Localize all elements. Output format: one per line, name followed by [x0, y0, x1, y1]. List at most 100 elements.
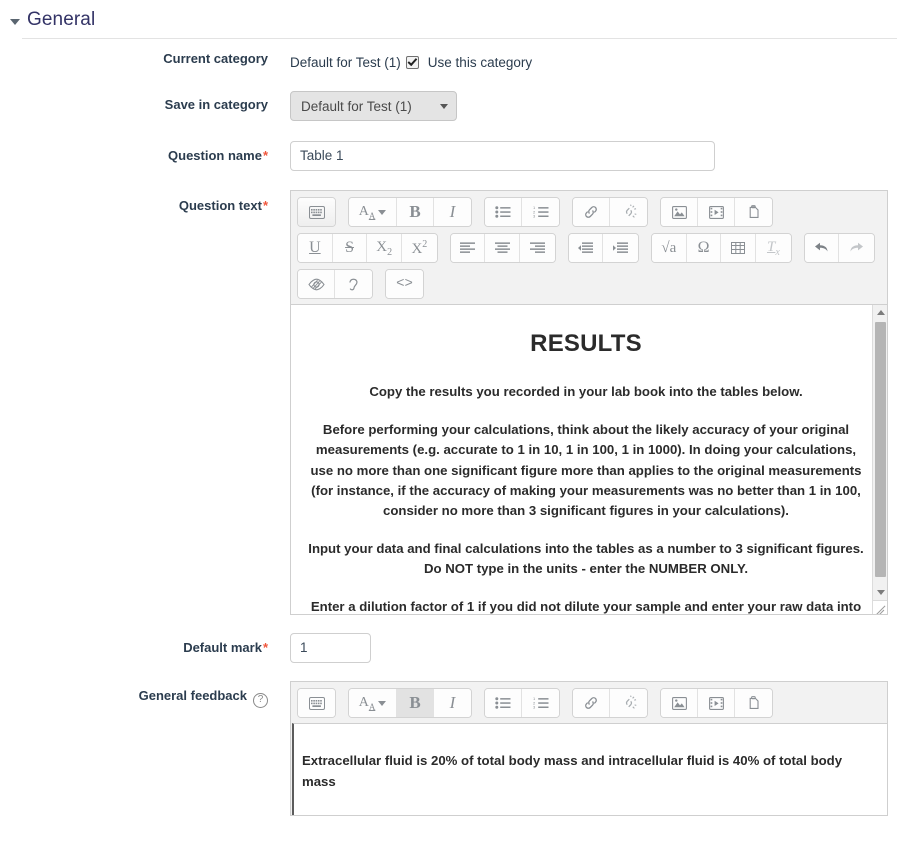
- unlink-icon[interactable]: [610, 689, 647, 717]
- ordered-list-icon[interactable]: 123: [522, 689, 559, 717]
- clear-formatting-icon[interactable]: Tx: [756, 234, 791, 262]
- toolbar-group-media: [660, 197, 773, 227]
- scrollbar-thumb[interactable]: [875, 322, 886, 577]
- manage-files-icon[interactable]: [735, 689, 772, 717]
- special-character-icon[interactable]: Ω: [686, 234, 722, 262]
- question-text-toolbar: AA B I 123 U S X2 X2 √a Ω Tx <>: [291, 191, 887, 304]
- html-source-icon[interactable]: <>: [386, 270, 423, 298]
- use-this-category-label[interactable]: Use this category: [428, 55, 532, 70]
- toolbar-group-text-format: U S X2 X2: [297, 233, 438, 263]
- general-section-header[interactable]: General: [0, 0, 905, 34]
- use-this-category-checkbox[interactable]: [405, 55, 419, 69]
- outdent-icon[interactable]: [568, 234, 604, 262]
- save-in-category-select[interactable]: Default for Test (1): [290, 91, 457, 121]
- general-feedback-text: Extracellular fluid is 20% of total body…: [302, 753, 843, 790]
- toolbar-group-a11y-tools: [297, 269, 373, 299]
- manage-files-icon[interactable]: [735, 198, 772, 226]
- align-center-icon[interactable]: [485, 234, 521, 262]
- editor-resize-handle[interactable]: [872, 600, 887, 614]
- section-divider: [22, 38, 897, 39]
- general-feedback-label: General feedback: [138, 688, 247, 703]
- accessibility-checker-icon[interactable]: [298, 270, 335, 298]
- toolbar-group-style: AA B I: [348, 197, 472, 227]
- underline-icon[interactable]: U: [298, 234, 333, 262]
- accessibility-keyboard-icon[interactable]: [298, 198, 335, 226]
- general-feedback-content[interactable]: Extracellular fluid is 20% of total body…: [292, 723, 887, 815]
- unordered-list-icon[interactable]: [485, 198, 522, 226]
- fb-toolbar-group-style: AA B I: [348, 688, 472, 718]
- italic-icon[interactable]: I: [434, 198, 471, 226]
- current-category-value: Default for Test (1): [290, 54, 401, 70]
- equation-icon[interactable]: √a: [652, 234, 687, 262]
- general-feedback-editor[interactable]: AA B I 123 Extracellular fluid is 20% of…: [290, 681, 888, 816]
- row-general-feedback: General feedback? AA B I 1 2 3 Extracell…: [0, 681, 905, 816]
- default-mark-input[interactable]: 1: [290, 633, 371, 663]
- save-in-category-label: Save in category: [164, 97, 268, 112]
- fb-toolbar-group-lists: 123: [484, 688, 560, 718]
- bold-icon[interactable]: B: [397, 198, 434, 226]
- caret-down-icon: [10, 18, 20, 25]
- svg-text:3: 3: [533, 214, 536, 218]
- media-icon[interactable]: [698, 689, 735, 717]
- font-style-dropdown-icon[interactable]: AA: [349, 689, 397, 717]
- bold-icon[interactable]: B: [397, 689, 434, 717]
- svg-text:3: 3: [533, 705, 536, 709]
- align-left-icon[interactable]: [450, 234, 486, 262]
- link-icon[interactable]: [573, 689, 610, 717]
- paragraph-4: Enter a dilution factor of 1 if you did …: [310, 598, 862, 614]
- row-default-mark: Default mark* 1: [0, 633, 905, 663]
- scroll-down-arrow-icon[interactable]: [873, 585, 887, 600]
- toolbar-group-link: [572, 197, 648, 227]
- question-text-scrollbar[interactable]: [872, 305, 887, 614]
- row-save-in-category: Save in category Default for Test (1): [0, 91, 905, 121]
- media-icon[interactable]: [698, 198, 735, 226]
- toolbar-group-lists: 123: [484, 197, 560, 227]
- subscript-icon[interactable]: X2: [367, 234, 403, 262]
- fb-toolbar-group-media: [660, 688, 773, 718]
- superscript-icon[interactable]: X2: [402, 234, 437, 262]
- table-icon[interactable]: [721, 234, 757, 262]
- question-text-document: RESULTS Copy the results you recorded in…: [291, 305, 887, 614]
- toolbar-group-indent: [567, 233, 639, 263]
- question-text-label: Question text: [178, 198, 262, 213]
- redo-icon[interactable]: [839, 234, 874, 262]
- accessibility-keyboard-icon[interactable]: [298, 689, 335, 717]
- default-mark-label: Default mark: [183, 640, 262, 655]
- question-text-editor[interactable]: AA B I 123 U S X2 X2 √a Ω Tx <> RESULTS …: [290, 190, 888, 615]
- toolbar-group-history: [803, 233, 875, 263]
- question-name-input[interactable]: Table 1: [290, 141, 715, 171]
- ordered-list-icon[interactable]: 123: [522, 198, 559, 226]
- unordered-list-icon[interactable]: [485, 689, 522, 717]
- paragraph-2: Before performing your calculations, thi…: [310, 421, 862, 519]
- toolbar-group-accessibility: [297, 197, 336, 227]
- current-category-label: Current category: [163, 51, 268, 66]
- paragraph-1: Copy the results you recorded in your la…: [369, 384, 803, 400]
- strikethrough-icon[interactable]: S: [332, 234, 368, 262]
- row-current-category: Current category Default for Test (1) Us…: [0, 51, 905, 73]
- toolbar-group-insert: √a Ω Tx: [651, 233, 792, 263]
- question-text-content[interactable]: RESULTS Copy the results you recorded in…: [291, 304, 887, 614]
- row-question-name: Question name* Table 1: [0, 141, 905, 171]
- chevron-down-icon: [440, 103, 448, 109]
- page-title: General: [27, 9, 96, 30]
- image-icon[interactable]: [661, 689, 698, 717]
- toolbar-group-align: [449, 233, 556, 263]
- scroll-up-arrow-icon[interactable]: [873, 305, 887, 320]
- results-heading: RESULTS: [530, 330, 642, 357]
- question-mark-help-icon[interactable]: ?: [253, 692, 268, 708]
- italic-icon[interactable]: I: [434, 689, 471, 717]
- general-feedback-toolbar: AA B I 123: [291, 682, 887, 723]
- fb-toolbar-group-link: [572, 688, 648, 718]
- image-icon[interactable]: [661, 198, 698, 226]
- save-in-category-selected-value: Default for Test (1): [301, 98, 412, 114]
- unlink-icon[interactable]: [610, 198, 647, 226]
- paragraph-3: Input your data and final calculations i…: [308, 540, 864, 577]
- font-style-dropdown-icon[interactable]: AA: [349, 198, 397, 226]
- indent-icon[interactable]: [603, 234, 638, 262]
- question-name-label: Question name: [168, 148, 262, 163]
- undo-icon[interactable]: [804, 234, 840, 262]
- link-icon[interactable]: [573, 198, 610, 226]
- fb-toolbar-group-accessibility: [297, 688, 336, 718]
- align-right-icon[interactable]: [520, 234, 555, 262]
- screenreader-helper-icon[interactable]: [335, 270, 372, 298]
